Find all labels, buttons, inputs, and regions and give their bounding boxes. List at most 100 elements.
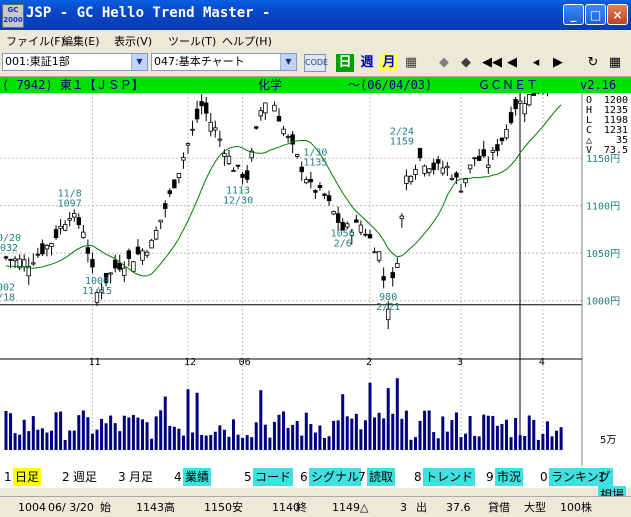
maximize-button[interactable]: □: [585, 4, 606, 25]
grid-icon[interactable]: ▦: [606, 54, 624, 72]
fkey-6[interactable]: 6シグナル: [300, 468, 361, 486]
fkey-number: 1: [598, 468, 607, 486]
candle-body: [282, 129, 286, 134]
candle-body: [113, 260, 117, 268]
minimize-button[interactable]: _: [563, 4, 584, 25]
ohlc-value: 73.5: [604, 145, 628, 156]
volume-bar: [209, 435, 212, 450]
status-field: 37.6: [446, 500, 471, 515]
fkey-4[interactable]: 4業績: [174, 468, 211, 486]
nav-forward-icon[interactable]: ◆: [458, 54, 474, 72]
fkey-9[interactable]: 9市況: [486, 468, 523, 486]
volume-bar: [214, 432, 217, 450]
candle-body: [450, 178, 454, 179]
menu-help[interactable]: ヘルプ(H): [222, 33, 272, 49]
monthly-button[interactable]: 月: [380, 54, 398, 72]
nav-back-icon[interactable]: ◆: [436, 54, 452, 72]
step-back-icon[interactable]: ◂: [528, 54, 544, 72]
refresh-icon[interactable]: ↻: [584, 54, 602, 72]
volume-bar: [519, 435, 522, 450]
menu-file[interactable]: ファイル(F): [6, 33, 65, 49]
candle-body: [150, 240, 154, 248]
annotation-label: 1032: [0, 243, 18, 254]
market-select[interactable]: 001:東証1部 ▼: [2, 53, 148, 71]
volume-bar: [323, 438, 326, 450]
candle-body: [487, 165, 491, 167]
calc-button[interactable]: ▦: [402, 54, 420, 72]
volume-bar: [18, 435, 21, 450]
volume-bar: [432, 432, 435, 450]
candle-body: [191, 129, 195, 130]
candle-body: [264, 103, 268, 113]
volume-bar: [387, 388, 390, 450]
daily-button[interactable]: 日: [336, 54, 354, 72]
volume-bar: [428, 410, 431, 450]
candle-body: [277, 116, 281, 121]
volume-bar: [469, 416, 472, 450]
fkey-number: 0: [540, 468, 549, 486]
candle-body: [327, 196, 331, 201]
volume-bar: [278, 415, 281, 450]
volume-bar: [200, 435, 203, 450]
date-label: ～(06/04/03): [348, 77, 432, 93]
code-button[interactable]: CODE: [304, 54, 326, 72]
candle-body: [500, 138, 504, 141]
volume-bar: [127, 417, 130, 450]
fkey-3[interactable]: 3月足: [118, 468, 155, 486]
fkey-label: シグナル: [309, 468, 361, 486]
candle-body: [118, 263, 122, 269]
version-label: v2.16: [580, 77, 616, 93]
volume-bar: [223, 430, 226, 450]
fkey-11[interactable]: 1相場: [598, 468, 631, 486]
menu-view[interactable]: 表示(V): [114, 33, 152, 49]
menu-edit[interactable]: 編集(E): [62, 33, 100, 49]
fkey-2[interactable]: 2週足: [62, 468, 99, 486]
candle-body: [123, 268, 127, 275]
candle-body: [423, 166, 427, 173]
candle-body: [491, 151, 495, 153]
volume-bar: [555, 431, 558, 450]
volume-bar: [305, 413, 308, 450]
candle-body: [72, 213, 76, 217]
volume-bar: [105, 423, 108, 450]
fkey-5[interactable]: 5コード: [244, 468, 293, 486]
menu-tools[interactable]: ツール(T): [168, 33, 216, 49]
weekly-button[interactable]: 週: [358, 54, 376, 72]
fkey-label: 月足: [127, 468, 155, 486]
volume-bar: [205, 436, 208, 450]
fkey-7[interactable]: 7読取: [358, 468, 395, 486]
volume-bar: [328, 436, 331, 450]
volume-bar: [400, 419, 403, 450]
candle-body: [405, 176, 409, 183]
candle-body: [54, 230, 58, 238]
candlestick-chart[interactable]: 1150円1100円1050円1000円111206234 5万 10/2010…: [0, 93, 631, 466]
volume-bar: [36, 430, 39, 450]
candle-body: [441, 168, 445, 173]
fkey-label: 読取: [367, 468, 395, 486]
volume-bar: [73, 431, 76, 450]
fkey-8[interactable]: 8トレンド: [414, 468, 475, 486]
fkey-1[interactable]: 1日足: [4, 468, 41, 486]
volume-bar: [77, 415, 80, 450]
volume-bar: [96, 430, 99, 450]
volume-bar: [259, 390, 262, 450]
candle-body: [41, 244, 45, 254]
rewind-fast-icon[interactable]: ◀◀: [482, 54, 498, 72]
fkey-number: 6: [300, 468, 309, 486]
volume-bar: [369, 383, 372, 450]
volume-bar: [27, 431, 30, 450]
rewind-icon[interactable]: ◀: [504, 54, 520, 72]
candle-body: [309, 179, 313, 181]
volume-bar: [478, 436, 481, 450]
fkey-label: トレンド: [423, 468, 475, 486]
annotation-label: /18: [0, 293, 15, 304]
play-icon[interactable]: ▶: [550, 54, 566, 72]
close-button[interactable]: ×: [607, 4, 628, 25]
candle-body: [473, 158, 477, 159]
candle-body: [377, 252, 381, 260]
candle-body: [245, 171, 249, 180]
candle-body: [273, 105, 277, 111]
chart-type-select[interactable]: 047:基本チャート ▼: [151, 53, 297, 71]
volume-bar: [441, 416, 444, 450]
fkey-number: 9: [486, 468, 495, 486]
